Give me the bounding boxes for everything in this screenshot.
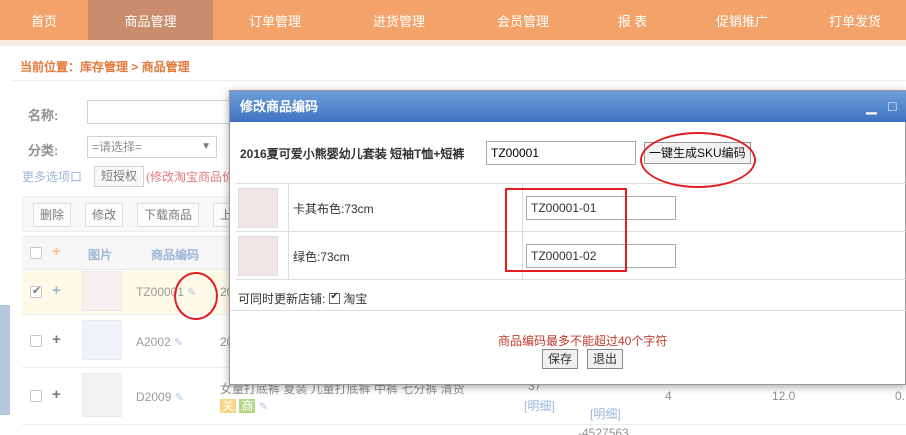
sku-thumbnail [238, 188, 278, 228]
sync-label: 可同时更新店铺: [238, 292, 326, 306]
save-button[interactable]: 保存 [542, 349, 579, 369]
length-warning: 商品编码最多不能超过40个字符 [498, 334, 668, 348]
minimize-icon[interactable]: ▁ [866, 91, 877, 122]
nav-item[interactable]: 促销推广 [680, 0, 804, 40]
breadcrumb-divider [12, 80, 906, 81]
edit-code-dialog: 修改商品编码 ▁ □ 2016夏可爱小熊婴幼儿套装 短袖T恤+短裤 一键生成SK… [229, 90, 906, 385]
exit-button[interactable]: 退出 [587, 349, 624, 369]
sku-variant-label: 绿色:73cm [293, 250, 350, 264]
nav-item[interactable]: 首页 [0, 0, 88, 40]
maximize-icon[interactable]: □ [888, 91, 896, 122]
sku-thumbnail [238, 236, 278, 276]
annotation-circle [640, 132, 756, 188]
main-code-input[interactable] [486, 141, 636, 165]
dialog-title: 修改商品编码 [230, 91, 906, 122]
nav-item[interactable]: 商品管理 [88, 0, 213, 40]
nav-item[interactable]: 进货管理 [337, 0, 461, 40]
nav-item[interactable]: 打单发货 [804, 0, 906, 40]
dialog-separator [230, 310, 906, 311]
product-title: 2016夏可爱小熊婴幼儿套装 短袖T恤+短裤 [240, 147, 465, 161]
cell-divider [288, 184, 289, 232]
sku-variant-label: 卡其布色:73cm [293, 202, 374, 216]
nav-item[interactable]: 会员管理 [461, 0, 585, 40]
sync-stores-row: 可同时更新店铺: 淘宝 [238, 290, 367, 307]
nav-divider [0, 40, 906, 46]
annotation-box [505, 188, 627, 272]
breadcrumb: 当前位置：库存管理 > 商品管理 [20, 60, 190, 74]
top-nav: 首页 商品管理 订单管理 进货管理 会员管理报 表促销推广 打单发货 [0, 0, 906, 40]
annotation-circle [174, 272, 218, 320]
taobao-store-label: 淘宝 [343, 292, 368, 306]
nav-item[interactable]: 报 表 [585, 0, 680, 40]
taobao-checkbox[interactable] [329, 291, 341, 304]
nav-item[interactable]: 订单管理 [213, 0, 337, 40]
cell-divider [288, 232, 289, 280]
